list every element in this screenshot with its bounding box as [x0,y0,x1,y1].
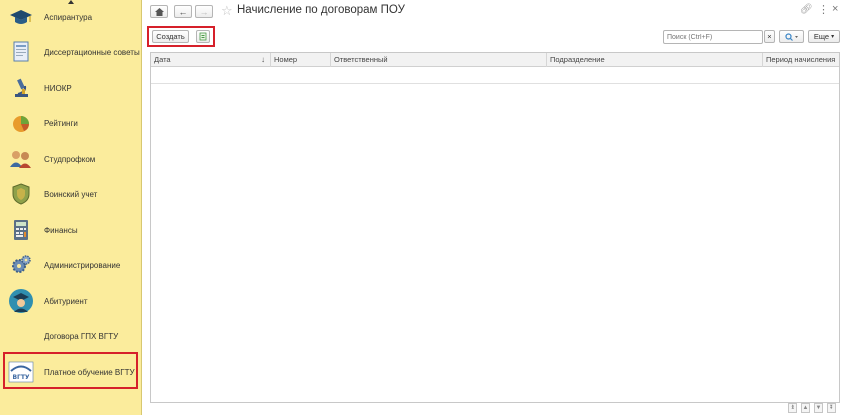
column-date[interactable]: Дата ↓ [151,53,271,67]
sidebar-item-studprofkom[interactable]: Студпрофком [0,144,141,174]
graduation-cap-icon [8,4,34,30]
sidebar: Аспирантура Диссертационные советы НИОКР… [0,0,142,415]
page-title: Начисление по договорам ПОУ [237,4,405,16]
link-icon[interactable]: 🔗︎ [800,4,813,15]
arrow-left-icon: ← [178,6,188,17]
scroll-up-button[interactable]: ▲ [801,403,810,413]
column-accrual-period[interactable]: Период начисления [763,53,839,67]
sidebar-item-administration[interactable]: Администрирование [0,250,141,280]
sidebar-item-label: Аспирантура [44,12,93,22]
chevron-down-icon: ▾ [831,34,835,40]
forward-button[interactable]: → [195,5,213,18]
table-header: Дата ↓ Номер Ответственный Подразделение… [151,53,839,67]
favorite-star-icon[interactable]: ☆ [221,3,233,19]
create-button[interactable]: Создать [152,30,189,43]
sidebar-item-label: Финансы [44,225,78,235]
sidebar-item-gph-contracts[interactable]: Договора ГПХ ВГТУ [0,321,141,351]
sidebar-item-aspirantura[interactable]: Аспирантура [0,2,141,32]
scroll-down-button[interactable]: ▼ [814,403,823,413]
pie-chart-icon [8,110,34,136]
more-button-label: Еще [813,32,830,41]
sidebar-item-military[interactable]: Воинский учет [0,179,141,209]
sidebar-item-label: Администрирование [44,260,121,270]
shield-icon [8,181,34,207]
back-button[interactable]: ← [174,5,192,18]
sidebar-item-finance[interactable]: Финансы [0,215,141,245]
sidebar-item-label: Договора ГПХ ВГТУ [44,331,119,341]
home-button[interactable] [150,5,168,18]
clear-search-button[interactable]: × [764,30,775,43]
microscope-icon [8,75,34,101]
table-row[interactable] [151,68,839,84]
sidebar-item-label: Студпрофком [44,154,96,164]
main-content: ← → ☆ Начисление по договорам ПОУ 🔗︎ ⋮ ×… [142,0,843,415]
search-icon [784,32,798,41]
sort-descending-icon: ↓ [261,55,265,64]
search-input[interactable] [663,30,763,44]
column-label: Дата [154,55,171,64]
close-icon[interactable]: × [832,3,838,15]
arrow-right-icon: → [199,6,209,17]
more-button[interactable]: Еще ▾ [808,30,840,43]
home-icon [154,7,164,16]
more-actions-icon[interactable]: ⋮ [818,3,829,16]
document-icon [8,39,34,65]
gears-icon [8,252,34,278]
copy-button[interactable] [196,30,210,43]
sidebar-item-label: Рейтинги [44,118,78,128]
scroll-last-button[interactable]: ⏬︎ [827,403,836,413]
highlight-frame [3,352,138,389]
sidebar-item-label: Абитуриент [44,296,88,306]
scroll-first-button[interactable]: ⏫︎ [788,403,797,413]
data-table: Дата ↓ Номер Ответственный Подразделение… [150,52,840,403]
copy-document-icon [199,32,207,41]
people-icon [8,146,34,172]
sidebar-item-niokr[interactable]: НИОКР [0,73,141,103]
sidebar-item-dissertation-councils[interactable]: Диссертационные советы [0,37,141,67]
column-number[interactable]: Номер [271,53,331,67]
column-department[interactable]: Подразделение [547,53,763,67]
applicant-icon [8,288,34,314]
column-responsible[interactable]: Ответственный [331,53,547,67]
sidebar-item-applicant[interactable]: Абитуриент [0,286,141,316]
sidebar-item-label: Воинский учет [44,189,98,199]
calculator-icon [8,217,34,243]
sidebar-item-ratings[interactable]: Рейтинги [0,108,141,138]
search-button[interactable] [779,30,804,43]
sidebar-item-label: Диссертационные советы [44,47,140,57]
sidebar-item-label: НИОКР [44,83,72,93]
